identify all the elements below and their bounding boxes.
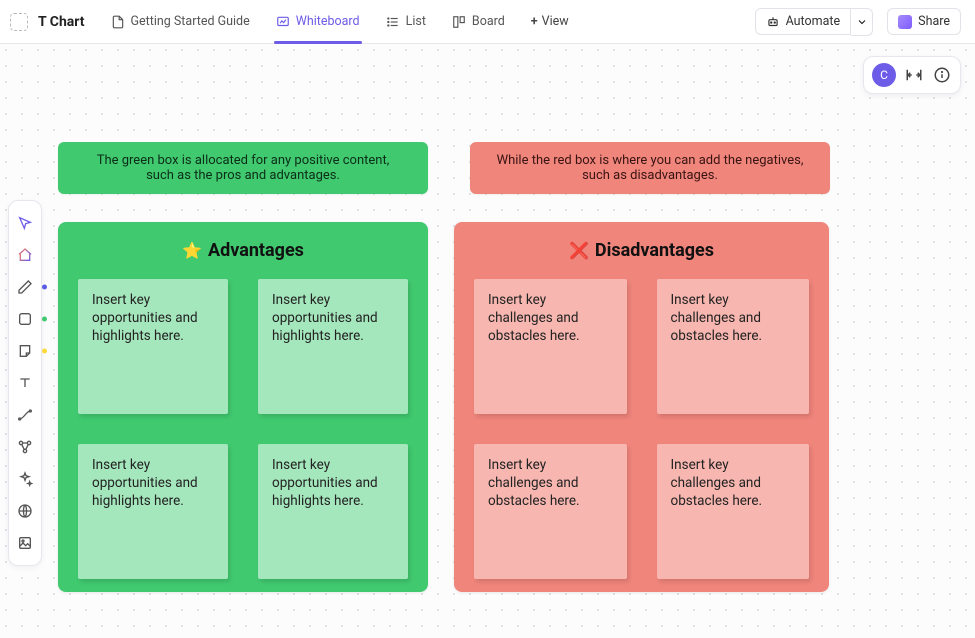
color-dot-green <box>42 317 47 322</box>
fit-width-icon <box>905 66 923 84</box>
add-view-label: View <box>542 14 569 29</box>
tab-label: Getting Started Guide <box>131 14 250 29</box>
sticky-note[interactable]: Insert key challenges and obstacles here… <box>657 444 810 579</box>
tool-ai[interactable] <box>9 463 41 495</box>
add-view-button[interactable]: + View <box>521 14 579 29</box>
plus-icon: + <box>531 14 538 29</box>
square-icon <box>17 311 33 327</box>
doc-logo-icon <box>10 13 28 31</box>
image-icon <box>17 535 33 551</box>
tool-connector[interactable] <box>9 399 41 431</box>
pen-icon <box>17 279 33 295</box>
column-title: Advantages <box>208 240 304 261</box>
robot-icon <box>766 15 780 29</box>
column-advantages[interactable]: ⭐ Advantages Insert key opportunities an… <box>58 222 428 592</box>
sticky-note[interactable]: Insert key opportunities and highlights … <box>258 279 408 414</box>
cross-icon: ❌ <box>569 241 589 260</box>
tab-label: Whiteboard <box>296 14 360 29</box>
column-disadvantages[interactable]: ❌ Disadvantages Insert key challenges an… <box>454 222 829 592</box>
presence-avatar[interactable]: C <box>872 63 896 87</box>
tool-image[interactable] <box>9 527 41 559</box>
sparkle-icon <box>17 471 33 487</box>
home-icon <box>17 247 33 263</box>
text-icon <box>17 375 33 391</box>
automate-dropdown-button[interactable] <box>851 8 873 36</box>
fit-to-width-button[interactable] <box>904 66 924 84</box>
sticky-icon <box>17 343 33 359</box>
tab-list[interactable]: List <box>376 0 436 44</box>
banner-text: The green box is allocated for any posit… <box>84 153 402 183</box>
tool-relations[interactable] <box>9 431 41 463</box>
notes-grid: Insert key challenges and obstacles here… <box>474 279 809 579</box>
sticky-note[interactable]: Insert key opportunities and highlights … <box>78 444 228 579</box>
automate-button[interactable]: Automate <box>755 8 852 35</box>
sticky-note[interactable]: Insert key opportunities and highlights … <box>78 279 228 414</box>
left-toolbar <box>8 200 42 566</box>
sticky-note[interactable]: Insert key challenges and obstacles here… <box>474 279 627 414</box>
tool-shape[interactable] <box>9 303 41 335</box>
banner-text: While the red box is where you can add t… <box>496 153 804 183</box>
board-icon <box>452 15 466 29</box>
chevron-down-icon <box>856 16 868 28</box>
tool-pen[interactable] <box>9 271 41 303</box>
list-icon <box>386 15 400 29</box>
top-bar: T Chart Getting Started Guide Whiteboard… <box>0 0 975 44</box>
tab-board[interactable]: Board <box>442 0 515 44</box>
sticky-note[interactable]: Insert key opportunities and highlights … <box>258 444 408 579</box>
column-title: Disadvantages <box>595 240 714 261</box>
tool-sticky[interactable] <box>9 335 41 367</box>
nodes-icon <box>17 439 33 455</box>
doc-title[interactable]: T Chart <box>38 14 85 30</box>
color-dot-yellow <box>42 349 47 354</box>
sticky-note[interactable]: Insert key challenges and obstacles here… <box>474 444 627 579</box>
tab-whiteboard[interactable]: Whiteboard <box>266 0 370 44</box>
tool-web[interactable] <box>9 495 41 527</box>
tool-hand[interactable] <box>9 239 41 271</box>
whiteboard-canvas[interactable]: C <box>0 44 975 638</box>
tab-label: List <box>406 14 426 29</box>
column-heading: ❌ Disadvantages <box>474 240 809 261</box>
canvas-corner-toolbar: C <box>863 56 961 94</box>
share-button[interactable]: Share <box>887 8 961 35</box>
info-icon <box>933 66 951 84</box>
tab-getting-started[interactable]: Getting Started Guide <box>101 0 260 44</box>
tab-label: Board <box>472 14 505 29</box>
automate-group: Automate <box>755 8 874 36</box>
star-icon: ⭐ <box>182 241 202 260</box>
globe-icon <box>17 503 33 519</box>
share-avatar-icon <box>898 15 912 29</box>
column-heading: ⭐ Advantages <box>78 240 408 261</box>
color-dot-blue <box>42 285 47 290</box>
share-label: Share <box>918 14 950 29</box>
info-banner-green[interactable]: The green box is allocated for any posit… <box>58 142 428 194</box>
info-banner-red[interactable]: While the red box is where you can add t… <box>470 142 830 194</box>
tool-select[interactable] <box>9 207 41 239</box>
info-button[interactable] <box>932 66 952 84</box>
tool-text[interactable] <box>9 367 41 399</box>
doc-icon <box>111 15 125 29</box>
notes-grid: Insert key opportunities and highlights … <box>78 279 408 579</box>
connector-icon <box>17 407 33 423</box>
whiteboard-icon <box>276 15 290 29</box>
automate-label: Automate <box>786 14 841 29</box>
cursor-icon <box>17 215 33 231</box>
sticky-note[interactable]: Insert key challenges and obstacles here… <box>657 279 810 414</box>
